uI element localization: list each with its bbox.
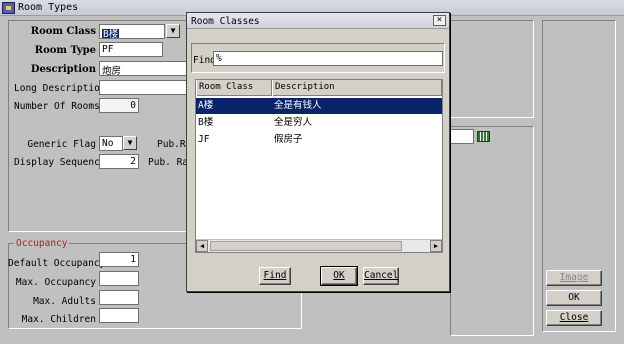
generic-flag-select[interactable]: No bbox=[99, 136, 123, 151]
chevron-down-icon: ▼ bbox=[170, 26, 176, 35]
cell-description: 全是穷人 bbox=[274, 117, 313, 128]
table-row[interactable]: JF 假房子 bbox=[196, 132, 442, 148]
table-row[interactable]: B楼 全是穷人 bbox=[196, 115, 442, 131]
close-button[interactable]: Close bbox=[546, 310, 602, 326]
room-classes-dialog: Room Classes × Find % Room Class Descrip… bbox=[186, 12, 450, 292]
dialog-find-label: Find bbox=[263, 270, 287, 281]
room-class-label: Room Class bbox=[30, 26, 96, 37]
long-description-field[interactable] bbox=[99, 80, 189, 95]
long-description-label: Long Description bbox=[14, 83, 106, 94]
horizontal-scrollbar[interactable]: ◀ ▶ bbox=[196, 239, 442, 252]
arrow-right-icon[interactable]: ▶ bbox=[430, 240, 442, 252]
max-children-field[interactable] bbox=[99, 308, 139, 323]
image-button[interactable]: Image bbox=[546, 270, 602, 286]
arrow-left-icon[interactable]: ◀ bbox=[196, 240, 208, 252]
default-occupancy-label: Default Occupancy bbox=[8, 258, 106, 269]
cell-description: 假房子 bbox=[274, 134, 303, 145]
column-header-room-class[interactable]: Room Class bbox=[196, 80, 272, 96]
generic-flag-label: Generic Flag bbox=[27, 139, 96, 150]
display-sequence-field[interactable]: 2 bbox=[99, 154, 139, 169]
description-field[interactable]: 炮房 bbox=[99, 61, 189, 76]
app-icon bbox=[2, 2, 15, 14]
display-sequence-label: Display Sequence bbox=[14, 157, 106, 168]
max-children-label: Max. Children bbox=[21, 314, 96, 325]
description-label: Description bbox=[30, 64, 96, 75]
dialog-title-bar: Room Classes × bbox=[187, 13, 449, 29]
scrollbar-thumb[interactable] bbox=[210, 241, 402, 251]
room-class-field[interactable]: B楼 bbox=[99, 24, 165, 39]
room-class-dropdown-button[interactable]: ▼ bbox=[166, 24, 180, 38]
dialog-cancel-label: Cancel bbox=[364, 270, 399, 281]
max-occupancy-label: Max. Occupancy bbox=[15, 277, 96, 288]
max-adults-field[interactable] bbox=[99, 290, 139, 305]
room-classes-grid: Room Class Description A楼 全是有钱人 B楼 全是穷人 … bbox=[195, 79, 443, 253]
calendar-icon[interactable] bbox=[477, 131, 490, 142]
close-icon: × bbox=[436, 15, 443, 25]
grid-header: Room Class Description bbox=[196, 80, 442, 96]
number-of-rooms-field[interactable]: 0 bbox=[99, 98, 139, 113]
cell-room-class: JF bbox=[198, 134, 210, 145]
ok-button[interactable]: OK bbox=[546, 290, 602, 306]
dialog-cancel-button[interactable]: Cancel bbox=[363, 267, 399, 285]
generic-flag-dropdown-button[interactable]: ▼ bbox=[123, 136, 137, 150]
max-occupancy-field[interactable] bbox=[99, 271, 139, 286]
date-field[interactable] bbox=[450, 129, 474, 144]
dialog-ok-label: OK bbox=[333, 270, 345, 281]
dialog-find-button[interactable]: Find bbox=[259, 267, 291, 285]
room-type-field[interactable]: PF bbox=[99, 42, 163, 57]
number-of-rooms-label: Number Of Rooms bbox=[14, 101, 100, 112]
dialog-ok-button[interactable]: OK bbox=[320, 266, 358, 286]
cell-room-class: A楼 bbox=[198, 100, 214, 111]
occupancy-legend: Occupancy bbox=[14, 238, 70, 249]
lower-right-panel bbox=[450, 126, 534, 336]
close-button-label: Close bbox=[559, 312, 589, 323]
room-class-value: B楼 bbox=[102, 29, 120, 39]
window-title: Room Types bbox=[18, 2, 79, 13]
column-header-description[interactable]: Description bbox=[272, 80, 442, 96]
upper-right-panel bbox=[450, 20, 534, 118]
find-input[interactable]: % bbox=[213, 51, 443, 66]
cell-room-class: B楼 bbox=[198, 117, 214, 128]
image-button-label: Image bbox=[559, 272, 589, 283]
ok-button-label: OK bbox=[568, 292, 580, 303]
default-occupancy-field[interactable]: 1 bbox=[99, 252, 139, 267]
dialog-close-button[interactable]: × bbox=[433, 15, 446, 26]
cell-description: 全是有钱人 bbox=[274, 100, 322, 111]
dialog-title: Room Classes bbox=[191, 16, 260, 27]
max-adults-label: Max. Adults bbox=[33, 296, 96, 307]
chevron-down-icon: ▼ bbox=[127, 138, 133, 147]
table-row[interactable]: A楼 全是有钱人 bbox=[196, 98, 442, 114]
room-type-label: Room Type bbox=[34, 45, 96, 56]
